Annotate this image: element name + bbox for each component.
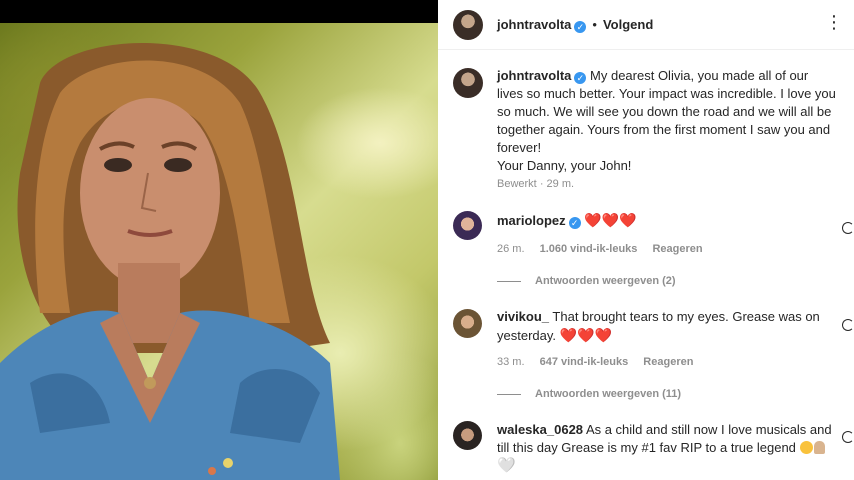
view-replies-label[interactable]: Antwoorden weergeven (11) bbox=[535, 388, 681, 400]
comment-time: 33 m. bbox=[497, 356, 525, 368]
author-avatar[interactable] bbox=[453, 10, 483, 40]
view-replies[interactable]: Antwoorden weergeven (11) bbox=[497, 388, 681, 400]
comment-emoji: ❤️❤️❤️ bbox=[559, 327, 612, 343]
edited-label: Bewerkt bbox=[497, 178, 537, 190]
portrait-illustration bbox=[0, 43, 340, 480]
verified-badge-icon: ✓ bbox=[574, 21, 587, 33]
more-options-icon[interactable]: ⋮ bbox=[825, 13, 844, 31]
comment-username[interactable]: mariolopez bbox=[497, 213, 566, 228]
heart-outline-icon[interactable] bbox=[842, 319, 854, 331]
caption-signature: Your Danny, your John! bbox=[497, 158, 632, 173]
verified-badge-icon: ✓ bbox=[574, 72, 587, 84]
reply-button[interactable]: Reageren bbox=[652, 243, 702, 255]
caption-meta: Bewerkt · 29 m. bbox=[497, 178, 575, 190]
author-username[interactable]: johntravolta bbox=[497, 17, 571, 32]
comment-meta: 26 m. 1.060 vind-ik-leuks Reageren bbox=[497, 243, 703, 255]
comment: waleska_0628 As a child and still now I … bbox=[497, 421, 837, 475]
heart-outline-icon[interactable] bbox=[842, 431, 854, 443]
reply-button[interactable]: Reageren bbox=[643, 356, 693, 368]
replies-divider bbox=[497, 393, 521, 395]
view-replies[interactable]: Antwoorden weergeven (2) bbox=[497, 275, 676, 287]
praying-hands-icon bbox=[813, 441, 825, 454]
comment-meta: 33 m. 647 vind-ik-leuks Reageren bbox=[497, 356, 693, 368]
heart-outline-icon[interactable] bbox=[842, 222, 854, 234]
comment-time: 26 m. bbox=[497, 243, 525, 255]
comment-likes[interactable]: 647 vind-ik-leuks bbox=[540, 356, 629, 368]
comment-emoji: ❤️❤️❤️ bbox=[584, 212, 637, 228]
caption-username[interactable]: johntravolta bbox=[497, 68, 571, 83]
caption-avatar[interactable] bbox=[453, 68, 483, 98]
following-button[interactable]: Volgend bbox=[603, 17, 653, 32]
post-header: johntravolta ✓ • Volgend ⋮ bbox=[438, 0, 854, 50]
verified-badge-icon: ✓ bbox=[568, 217, 581, 229]
comment-username[interactable]: vivikou_ bbox=[497, 309, 549, 324]
comment-username[interactable]: waleska_0628 bbox=[497, 422, 583, 437]
view-replies-label[interactable]: Antwoorden weergeven (2) bbox=[535, 275, 676, 287]
crying-face-icon bbox=[799, 441, 813, 454]
comment-emoji: 🤍 bbox=[497, 457, 516, 474]
caption-time: 29 m. bbox=[546, 178, 575, 190]
post-media[interactable] bbox=[0, 0, 438, 480]
comment-likes[interactable]: 1.060 vind-ik-leuks bbox=[540, 243, 638, 255]
header-separator: • bbox=[592, 17, 597, 32]
comment: vivikou_ That brought tears to my eyes. … bbox=[497, 308, 837, 345]
post-photo[interactable] bbox=[0, 23, 438, 480]
comments-panel: johntravolta ✓ • Volgend ⋮ johntravolta ✓ My… bbox=[438, 0, 854, 480]
comment-avatar[interactable] bbox=[453, 421, 482, 450]
replies-divider bbox=[497, 280, 521, 282]
comment-avatar[interactable] bbox=[453, 211, 482, 240]
caption: johntravolta ✓ My dearest Olivia, you mad… bbox=[497, 67, 837, 175]
comment-avatar[interactable] bbox=[453, 309, 482, 338]
comment: mariolopez ✓ ❤️❤️❤️ bbox=[497, 211, 837, 230]
media-top-bar bbox=[0, 0, 438, 23]
